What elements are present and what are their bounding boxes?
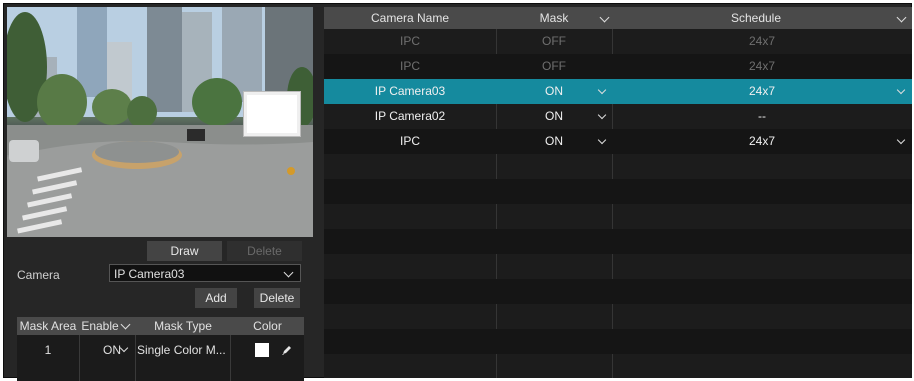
add-button[interactable]: Add [195,288,237,308]
empty-row [324,254,912,279]
empty-row [324,154,912,179]
enable-chevron-down-icon[interactable] [120,319,131,330]
mask-settings-window: Draw Delete Camera IP Camera03 Add Delet… [3,3,912,381]
header-schedule: Schedule [730,11,782,25]
table-row[interactable]: 1 ON Single Color M... [17,339,304,361]
schedule-select[interactable]: 24x7 [612,129,912,154]
header-camera-name: Camera Name [370,11,450,25]
header-color: Color [253,319,282,333]
empty-row [324,279,912,304]
camera-mask-table: Camera Name Mask Schedule IPC OFF 24x7 I… [324,7,912,378]
mask-area-table: Mask Area Enable Mask Type Color 1 ON Si… [17,317,304,381]
camera-name-cell: IPC [399,34,420,48]
empty-row [324,179,912,204]
mask-table-header: Mask Area Enable Mask Type Color [17,317,304,335]
camera-preview[interactable] [7,7,313,237]
mask-cell: OFF [542,34,566,48]
mask-select[interactable]: ON [496,129,612,154]
camera-name-cell: IP Camera03 [374,84,446,98]
color-swatch[interactable] [255,343,269,357]
camera-select-value: IP Camera03 [114,267,185,281]
empty-row [324,329,912,354]
mask-select[interactable]: ON [496,104,612,129]
schedule-cell: 24x7 [748,34,776,48]
mask-area-number: 1 [44,343,52,357]
chevron-down-icon [283,267,294,278]
table-row[interactable]: IPC OFF 24x7 [324,54,912,79]
schedule-cell: 24x7 [748,59,776,73]
table-row[interactable]: IPC OFF 24x7 [324,29,912,54]
camera-label: Camera [17,268,60,282]
table-row[interactable]: IPC ON 24x7 [324,129,912,154]
camera-name-cell: IPC [399,134,420,148]
mask-select[interactable]: ON [496,79,612,104]
camera-select[interactable]: IP Camera03 [109,264,301,282]
schedule-select[interactable]: 24x7 [612,79,912,104]
privacy-mask-area[interactable] [244,92,300,136]
table-row-selected[interactable]: IP Camera03 ON 24x7 [324,79,912,104]
delete-top-button[interactable]: Delete [227,241,302,261]
table-header: Camera Name Mask Schedule [324,7,912,29]
table-row[interactable]: IP Camera02 ON -- [324,104,912,129]
schedule-cell: -- [758,109,766,123]
empty-row [324,354,912,378]
camera-name-cell: IPC [399,59,420,73]
draw-button[interactable]: Draw [147,241,222,261]
empty-row [324,204,912,229]
header-mask-area: Mask Area [19,319,77,333]
mask-type-value[interactable]: Single Color M... [135,339,233,361]
camera-name-cell: IP Camera02 [374,109,446,123]
header-mask-type: Mask Type [154,319,212,333]
mask-cell: OFF [542,59,566,73]
header-enable: Enable [81,319,119,333]
pen-icon[interactable] [280,343,294,357]
enable-value[interactable]: ON [79,339,123,361]
header-mask: Mask [539,11,569,25]
delete-button[interactable]: Delete [254,288,300,308]
empty-row [324,229,912,254]
empty-row [324,304,912,329]
